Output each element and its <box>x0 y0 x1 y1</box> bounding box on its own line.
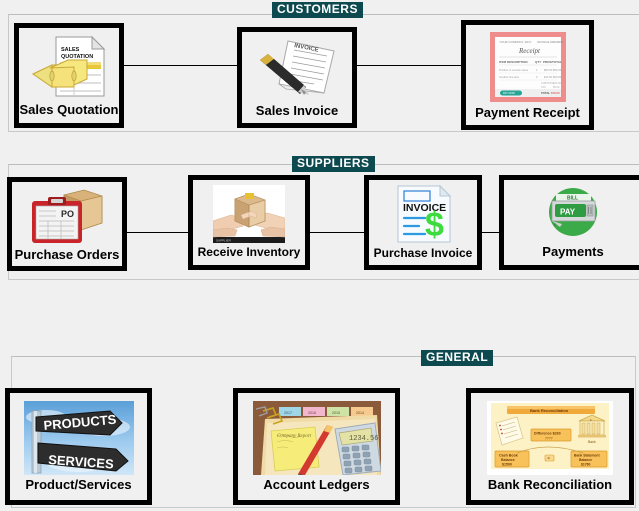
svg-text:$11.50: $11.50 <box>544 75 553 79</box>
svg-text:$50.00: $50.00 <box>544 68 553 72</box>
tile-account-ledgers[interactable]: 2017 2016 2015 2014 Company Report 1234.… <box>233 388 400 505</box>
tile-payment-receipt[interactable]: YOUR COMPANY, 2017 INVOICE #0000001 Rece… <box>461 20 594 130</box>
tile-label-payment-receipt: Payment Receipt <box>475 104 580 120</box>
svg-text:Another line item: Another line item <box>499 75 520 79</box>
svg-text:$50.00: $50.00 <box>553 68 562 72</box>
svg-text:2015: 2015 <box>332 411 340 415</box>
svg-text:Cash Book: Cash Book <box>499 454 518 458</box>
tile-sales-invoice[interactable]: INVOICE Sales Invoice <box>237 27 357 128</box>
receive-inventory-icon: SUPPLIER <box>213 185 285 243</box>
sales-invoice-icon: INVOICE <box>254 37 340 101</box>
tile-purchase-invoice[interactable]: INVOICE $ Purchase Invoice <box>364 175 482 270</box>
svg-text:Balance: Balance <box>579 458 592 462</box>
tile-payments[interactable]: BILL PAY $ Payments <box>499 175 639 270</box>
connector-customers-1 <box>118 65 238 66</box>
svg-text:INVOICE #0000001: INVOICE #0000001 <box>537 40 564 44</box>
svg-text:Bank Reconciliation: Bank Reconciliation <box>530 408 569 413</box>
svg-text:Balance: Balance <box>501 458 515 462</box>
tile-label-sales-invoice: Sales Invoice <box>255 103 339 118</box>
svg-text:SALES: SALES <box>61 47 80 53</box>
svg-text:2014: 2014 <box>356 411 364 415</box>
tile-receive-inventory[interactable]: SUPPLIER Receive Inventory <box>188 175 310 270</box>
svg-text:$5.00: $5.00 <box>553 85 560 89</box>
tile-label-bank-reconciliation: Bank Reconciliation <box>487 477 613 492</box>
payments-icon: BILL PAY $ <box>542 186 604 242</box>
group-legend-general: GENERAL <box>421 350 494 366</box>
tile-label-receive-inventory: Receive Inventory <box>197 245 301 259</box>
product-services-icon: PRODUCTS SERVICES <box>23 401 134 475</box>
svg-text:$73.00: $73.00 <box>553 81 561 85</box>
svg-text:PAY NOW: PAY NOW <box>503 91 515 95</box>
payment-receipt-icon: YOUR COMPANY, 2017 INVOICE #0000001 Rece… <box>489 31 567 103</box>
svg-text:Company Report: Company Report <box>277 434 312 439</box>
tile-purchase-orders[interactable]: PO Purchase Orders <box>7 177 127 271</box>
svg-text:Product or service name: Product or service name <box>499 68 529 72</box>
sales-quotation-icon: SALES QUOTATION <box>30 34 108 100</box>
tile-label-sales-quotation: Sales Quotation <box>19 102 119 117</box>
svg-text:PAY: PAY <box>560 208 576 217</box>
tile-label-account-ledgers: Account Ledgers <box>263 477 370 492</box>
svg-text:TOTAL: TOTAL <box>552 60 562 64</box>
bank-reconciliation-icon: Bank Reconciliation $ Bank Difference $2… <box>487 401 613 475</box>
svg-text:Bank: Bank <box>588 440 596 444</box>
tile-sales-quotation[interactable]: SALES QUOTATION Sales Quotation <box>14 23 124 128</box>
svg-text:Difference $260: Difference $260 <box>534 432 561 436</box>
svg-text:YOUR COMPANY, 2017: YOUR COMPANY, 2017 <box>499 40 532 44</box>
svg-text:Receipt: Receipt <box>518 47 541 55</box>
svg-text:2017: 2017 <box>284 411 292 415</box>
svg-text:$78.00: $78.00 <box>551 91 560 95</box>
svg-text:TAX: TAX <box>541 85 546 89</box>
tile-bank-reconciliation[interactable]: Bank Reconciliation $ Bank Difference $2… <box>466 388 634 505</box>
tile-label-product-services: Product/Services <box>25 477 132 492</box>
group-legend-suppliers: SUPPLIERS <box>292 156 375 172</box>
svg-text:$23.00: $23.00 <box>553 75 562 79</box>
svg-text:Bank Statement: Bank Statement <box>574 454 600 458</box>
purchase-invoice-icon: INVOICE $ <box>392 184 454 244</box>
connector-customers-2 <box>357 65 467 66</box>
svg-text:$1500: $1500 <box>502 463 512 467</box>
tile-label-purchase-invoice: Purchase Invoice <box>373 246 473 260</box>
svg-text:????: ???? <box>545 437 553 441</box>
svg-text:ITEM DESCRIPTION: ITEM DESCRIPTION <box>499 60 528 64</box>
account-ledgers-icon: 2017 2016 2015 2014 Company Report 1234.… <box>252 401 381 475</box>
svg-text:1234.56: 1234.56 <box>349 435 378 443</box>
svg-text:PO: PO <box>61 209 74 219</box>
svg-text:SUPPLIER: SUPPLIER <box>216 239 232 243</box>
purchase-orders-icon: PO <box>28 187 106 245</box>
tile-label-purchase-orders: Purchase Orders <box>14 246 120 262</box>
tile-label-payments: Payments <box>542 244 604 259</box>
svg-text:2016: 2016 <box>308 411 316 415</box>
svg-text:PRICE: PRICE <box>543 60 552 64</box>
svg-text:$1760: $1760 <box>581 463 591 467</box>
svg-text:QTY: QTY <box>535 60 541 64</box>
tile-product-services[interactable]: PRODUCTS SERVICES Product/Services <box>5 388 152 505</box>
group-legend-customers: CUSTOMERS <box>272 2 363 18</box>
svg-text:$: $ <box>425 206 444 244</box>
svg-text:TOTAL: TOTAL <box>541 91 550 95</box>
